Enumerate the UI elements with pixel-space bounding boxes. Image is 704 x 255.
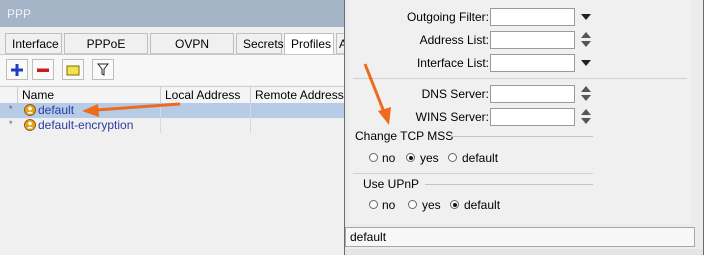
outgoing-filter-label: Outgoing Filter: [406,10,489,24]
address-list-label: Address List: [419,33,489,47]
updown-icon[interactable] [581,109,591,125]
interface-list-field[interactable] [490,54,575,72]
profile-name: default [38,103,75,117]
tcp-mss-no-radio[interactable] [369,153,378,162]
upnp-yes-label: yes [422,198,441,212]
upnp-default-label: default [464,198,501,212]
filter-icon [97,63,109,76]
change-tcp-mss-title: Change TCP MSS [355,129,454,143]
ppp-profile-dialog: Outgoing Filter: Address List: Interface… [344,0,704,255]
upnp-default-radio[interactable] [450,200,459,209]
plus-icon [11,63,23,76]
tab-profiles[interactable]: Profiles [284,33,334,55]
tcp-mss-yes-radio[interactable] [406,153,415,162]
tcp-mss-default-label: default [462,151,499,165]
updown-icon[interactable] [581,32,591,48]
table-header: Name Local Address Remote Address [0,86,352,104]
tcp-mss-yes-label: yes [420,151,439,165]
window-title: PPP [7,7,32,21]
upnp-no-radio[interactable] [369,200,378,209]
column-flag[interactable] [0,87,18,103]
minus-icon [37,68,49,72]
status-bar: default [345,227,695,247]
dns-server-label: DNS Server: [421,87,489,101]
use-upnp-title: Use UPnP [363,177,420,191]
section-divider [353,78,687,79]
address-list-field[interactable] [490,31,575,49]
tab-bar: Interface PPPoE Servers OVPN Servers Sec… [0,33,356,72]
upnp-no-label: no [382,198,396,212]
outgoing-filter-field[interactable] [490,8,575,26]
dns-server-field[interactable] [490,85,575,103]
tab-interface[interactable]: Interface [5,33,62,54]
note-icon [66,65,80,75]
remove-button[interactable] [32,59,54,80]
wins-server-label: WINS Server: [415,110,489,124]
profile-name: default-encryption [38,118,134,132]
profile-icon [24,104,36,116]
table-row[interactable]: * default-encryption [0,118,352,133]
tcp-mss-no-label: no [382,151,396,165]
toolbar [0,55,352,85]
wins-server-field[interactable] [490,108,575,126]
column-name[interactable]: Name [18,87,161,103]
interface-list-label: Interface List: [416,56,489,70]
tab-secrets[interactable]: Secrets [236,33,284,54]
profile-icon [24,119,36,131]
row-flag: * [9,119,13,129]
tab-pppoe-servers[interactable]: PPPoE Servers [64,33,148,72]
dropdown-arrow-icon[interactable] [581,60,591,66]
comment-button[interactable] [62,59,84,80]
upnp-yes-radio[interactable] [408,200,417,209]
column-local-address[interactable]: Local Address [161,87,251,103]
updown-icon[interactable] [581,86,591,102]
table-row[interactable]: * default [0,103,352,118]
dropdown-arrow-icon[interactable] [581,14,591,20]
status-text: default [350,230,387,244]
tab-ovpn-servers[interactable]: OVPN Servers [150,33,234,72]
tcp-mss-default-radio[interactable] [448,153,457,162]
dialog-body: Outgoing Filter: Address List: Interface… [349,0,691,224]
column-remote-address[interactable]: Remote Address [251,87,352,103]
filter-button[interactable] [92,59,114,80]
row-flag: * [9,104,13,114]
add-button[interactable] [6,59,28,80]
